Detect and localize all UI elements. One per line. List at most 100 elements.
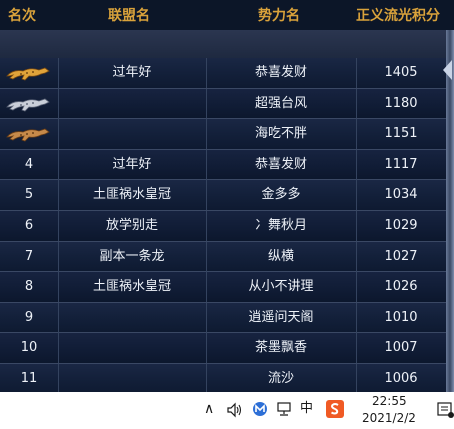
- score-value: 1180: [384, 95, 418, 111]
- column-divider: [206, 119, 207, 150]
- column-divider: [58, 149, 59, 180]
- table-row[interactable]: 过年好 恭喜发财 1405: [0, 58, 446, 89]
- column-divider: [58, 333, 59, 364]
- alliance-name: 土匪祸水皇冠: [92, 187, 171, 203]
- power-name: 金多多: [261, 187, 301, 203]
- column-divider: [206, 58, 207, 88]
- column-divider: [58, 272, 59, 303]
- score-value: 1151: [384, 126, 418, 142]
- bronze-leopard-icon: [6, 128, 50, 142]
- score-value: 1029: [384, 217, 418, 233]
- power-name: 海吃不胖: [254, 126, 307, 142]
- column-divider: [206, 88, 207, 119]
- column-divider: [356, 241, 357, 272]
- table-row[interactable]: 6 放学别走 冫舞秋月 1029: [0, 210, 446, 242]
- alliance-name: [58, 89, 206, 119]
- column-divider: [356, 363, 357, 394]
- scroll-left-arrow-icon[interactable]: [443, 60, 452, 80]
- power-name: 茶墨飘香: [254, 340, 307, 356]
- alliance-name: 放学别走: [105, 217, 158, 233]
- table-row[interactable]: 11 流沙 1006: [0, 363, 446, 395]
- column-divider: [206, 241, 207, 272]
- volume-icon[interactable]: [226, 402, 244, 418]
- rank-number: 6: [24, 217, 34, 233]
- table-row[interactable]: 海吃不胖 1151: [0, 119, 446, 150]
- app-tray-m-icon[interactable]: [252, 401, 268, 417]
- table-row[interactable]: 7 副本一条龙 纵横 1027: [0, 241, 446, 273]
- rank-number: 10: [20, 340, 38, 356]
- column-divider: [356, 272, 357, 303]
- rank-number: 4: [24, 156, 34, 172]
- window-right-frame: [446, 30, 454, 392]
- column-divider: [58, 119, 59, 150]
- windows-taskbar: ∧ 中 22:55 2021/2/2: [0, 392, 454, 429]
- power-name: 流沙: [267, 370, 294, 386]
- column-divider: [206, 180, 207, 211]
- column-divider: [58, 363, 59, 394]
- input-method-chinese-label[interactable]: 中: [300, 401, 313, 417]
- network-icon[interactable]: [276, 402, 292, 417]
- alliance-name: [58, 333, 206, 363]
- score-value: 1006: [384, 370, 418, 386]
- table-row[interactable]: 10 茶墨飘香 1007: [0, 333, 446, 364]
- column-divider: [356, 333, 357, 364]
- column-divider: [356, 149, 357, 180]
- score-value: 1405: [384, 65, 418, 80]
- show-hidden-icons-chevron-icon[interactable]: ∧: [204, 401, 214, 417]
- column-divider: [206, 333, 207, 364]
- notification-center-icon[interactable]: [436, 401, 454, 419]
- table-header: 名次 联盟名 势力名 正义流光积分: [0, 0, 454, 30]
- rank-number: 5: [24, 187, 34, 203]
- column-divider: [356, 180, 357, 211]
- header-rank: 名次: [8, 8, 36, 24]
- alliance-name: 副本一条龙: [99, 248, 165, 264]
- alliance-name: [58, 119, 206, 149]
- score-value: 1117: [384, 156, 418, 172]
- column-divider: [206, 302, 207, 333]
- column-divider: [356, 119, 357, 150]
- rank-number: 11: [20, 370, 38, 386]
- ranking-table-body: 过年好 恭喜发财 1405 超强台风 1180 海吃不胖 1151 4 过年好 …: [0, 58, 446, 395]
- column-divider: [58, 180, 59, 211]
- table-row[interactable]: 5 土匪祸水皇冠 金多多 1034: [0, 180, 446, 211]
- column-divider: [58, 210, 59, 241]
- score-value: 1026: [384, 279, 418, 295]
- column-divider: [206, 149, 207, 180]
- silver-leopard-icon: [6, 98, 50, 112]
- score-value: 1010: [384, 309, 418, 325]
- header-spacer-row: [0, 30, 446, 58]
- power-name: 恭喜发财: [254, 65, 307, 80]
- alliance-name: [58, 364, 206, 394]
- alliance-name: 土匪祸水皇冠: [92, 279, 171, 295]
- column-divider: [58, 241, 59, 272]
- header-alliance: 联盟名: [108, 8, 150, 24]
- taskbar-clock-time[interactable]: 22:55: [372, 394, 407, 408]
- alliance-name: [58, 303, 206, 333]
- power-name: 纵横: [267, 248, 294, 264]
- sogou-input-icon[interactable]: [326, 400, 344, 418]
- column-divider: [206, 210, 207, 241]
- power-name: 恭喜发财: [254, 156, 307, 172]
- column-divider: [58, 302, 59, 333]
- column-divider: [206, 272, 207, 303]
- alliance-name: 过年好: [112, 156, 152, 172]
- table-row[interactable]: 8 土匪祸水皇冠 从小不讲理 1026: [0, 272, 446, 303]
- power-name: 超强台风: [254, 95, 307, 111]
- column-divider: [58, 58, 59, 88]
- column-divider: [356, 210, 357, 241]
- score-value: 1034: [384, 187, 418, 203]
- score-value: 1027: [384, 248, 418, 264]
- taskbar-clock-date[interactable]: 2021/2/2: [362, 411, 416, 425]
- power-name: 逍遥问天阁: [248, 309, 314, 325]
- score-value: 1007: [384, 340, 418, 356]
- table-row[interactable]: 超强台风 1180: [0, 88, 446, 120]
- column-divider: [58, 88, 59, 119]
- ranking-window: 名次 联盟名 势力名 正义流光积分 过年好 恭喜发财 1405 超强台风 118…: [0, 0, 454, 429]
- table-row[interactable]: 9 逍遥问天阁 1010: [0, 302, 446, 334]
- header-score: 正义流光积分: [356, 8, 440, 24]
- alliance-name: 过年好: [112, 65, 152, 80]
- column-divider: [356, 302, 357, 333]
- column-divider: [356, 58, 357, 88]
- power-name: 从小不讲理: [248, 279, 314, 295]
- table-row[interactable]: 4 过年好 恭喜发财 1117: [0, 149, 446, 181]
